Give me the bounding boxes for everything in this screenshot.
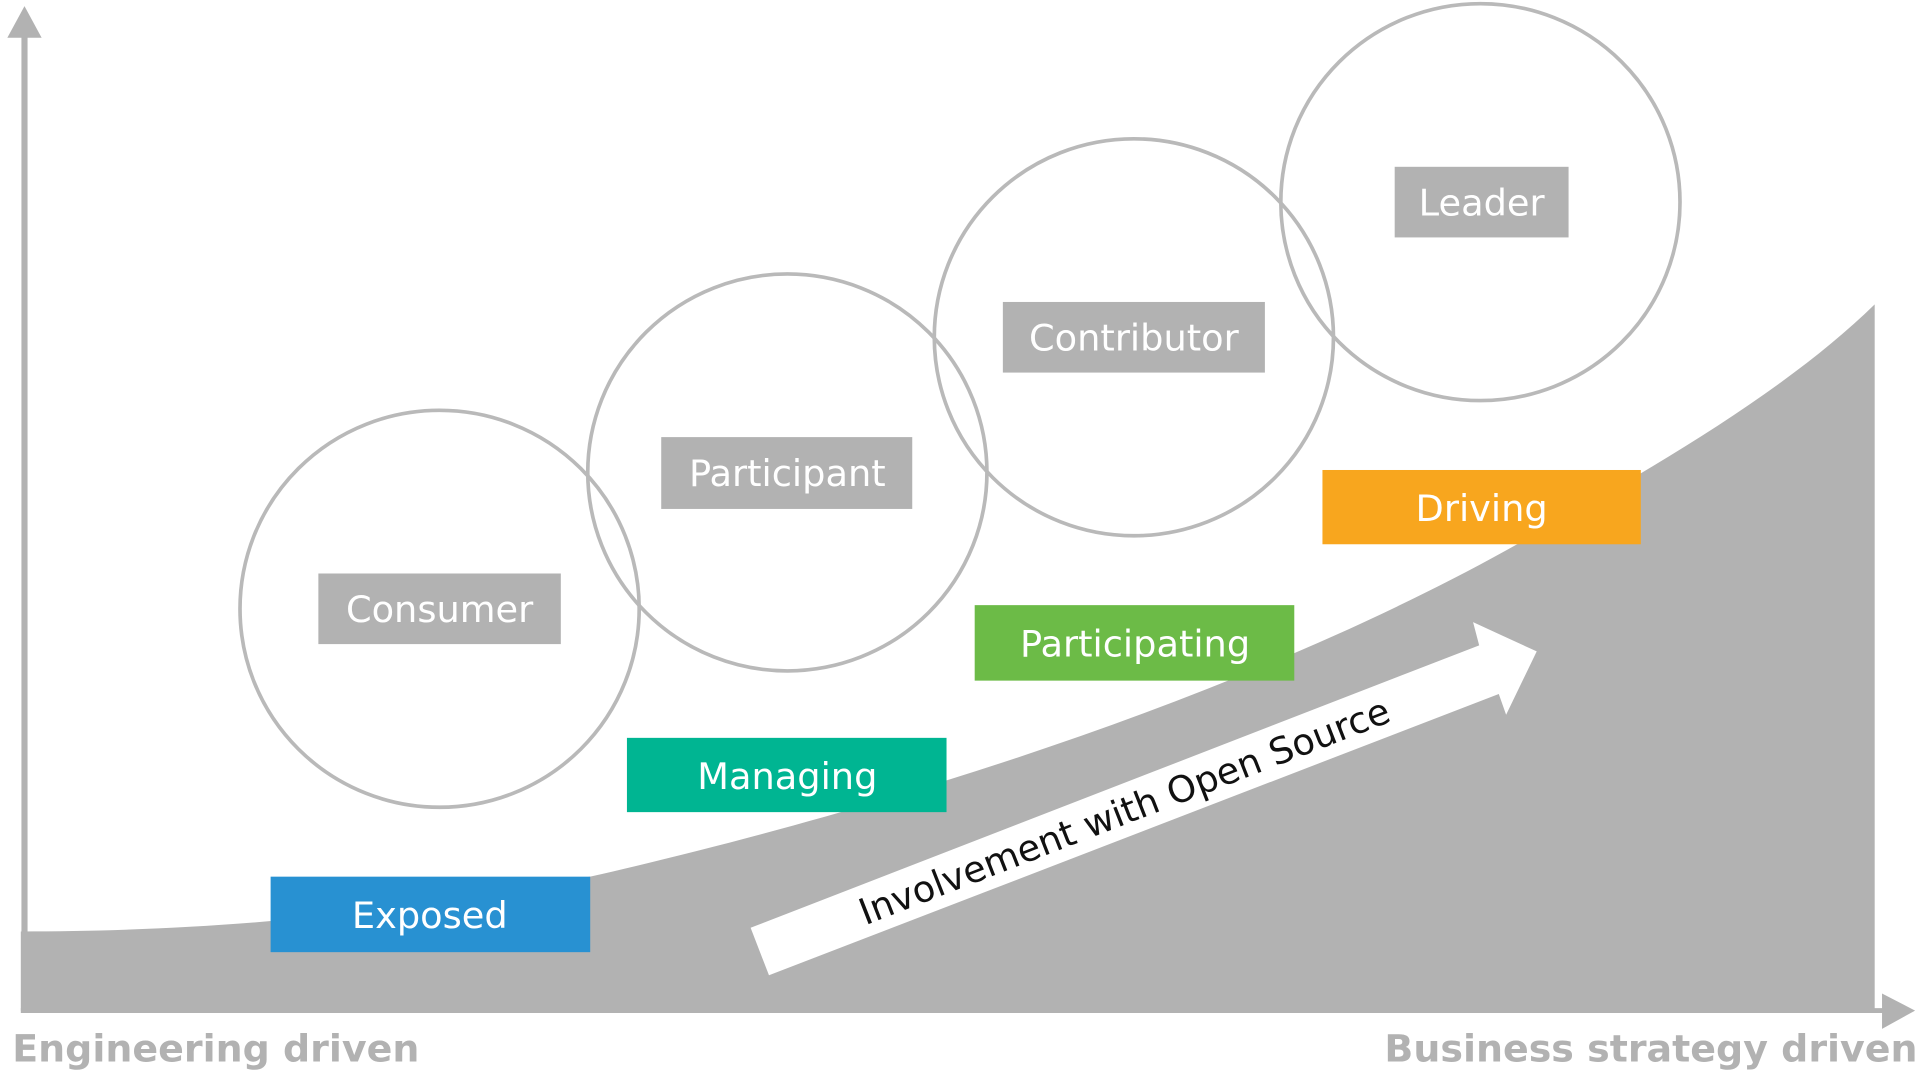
stage-text-driving: Driving [1416, 487, 1548, 530]
stage-label-participating: Participating [974, 605, 1295, 681]
stage-text-managing: Managing [697, 755, 877, 798]
role-text-consumer: Consumer [346, 588, 534, 631]
diagram-canvas: Consumer Participant Contributor Leader … [0, 0, 1920, 1080]
stage-text-participating: Participating [1020, 622, 1250, 665]
stage-label-exposed: Exposed [270, 876, 591, 953]
role-label-consumer: Consumer [318, 573, 561, 645]
role-label-participant: Participant [661, 437, 913, 509]
stage-label-managing: Managing [626, 737, 947, 813]
x-axis-arrowhead [1882, 993, 1916, 1029]
x-axis-label-left: Engineering driven [12, 1027, 419, 1071]
role-text-participant: Participant [689, 452, 886, 495]
x-axis-label-right: Business strategy driven [1384, 1027, 1917, 1071]
role-text-contributor: Contributor [1029, 317, 1240, 360]
stage-text-exposed: Exposed [352, 894, 508, 937]
y-axis [7, 6, 42, 1011]
y-axis-arrowhead [7, 6, 42, 38]
stage-label-driving: Driving [1322, 469, 1641, 545]
role-label-leader: Leader [1394, 166, 1569, 238]
role-label-contributor: Contributor [1002, 301, 1265, 373]
role-text-leader: Leader [1419, 182, 1546, 225]
diagram-svg: Consumer Participant Contributor Leader … [7, 1, 1918, 1071]
